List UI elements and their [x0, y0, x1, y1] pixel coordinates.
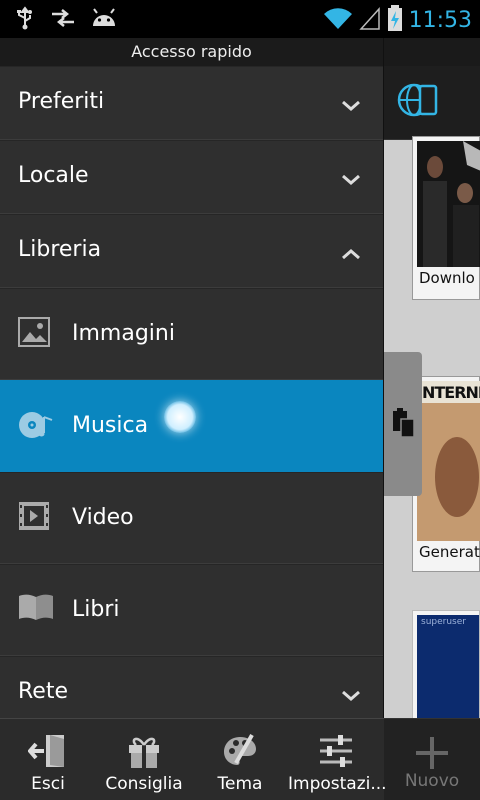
- chevron-up-icon: [341, 245, 361, 264]
- sync-arrows-icon: [50, 8, 76, 32]
- section-label: Libreria: [18, 237, 102, 262]
- battery-charging-icon: [387, 4, 403, 36]
- recommend-button[interactable]: Consiglia: [96, 719, 192, 800]
- quick-access-drawer: Accesso rapido Preferiti Locale Libreria…: [0, 38, 387, 800]
- drawer-bottom-toolbar: Esci Consiglia Tema Impostazi...: [0, 718, 387, 800]
- chevron-down-icon: [341, 687, 361, 706]
- chevron-down-icon: [341, 171, 361, 190]
- exit-label: Esci: [31, 774, 65, 794]
- settings-button[interactable]: Impostazi...: [288, 719, 387, 800]
- signal-icon: [358, 5, 381, 35]
- thumbnail-caption: Generat: [419, 543, 480, 561]
- clipboard-icon: [390, 406, 416, 444]
- section-preferiti[interactable]: Preferiti: [0, 66, 383, 140]
- section-label: Rete: [18, 679, 68, 704]
- library-item-musica[interactable]: Musica: [0, 380, 383, 472]
- music-disc-icon: [18, 409, 54, 445]
- photo-thumbnail: INTERNE: [417, 381, 480, 541]
- library-item-label: Immagini: [72, 321, 175, 346]
- drawer-title: Accesso rapido: [0, 38, 383, 66]
- chevron-down-icon: [341, 97, 361, 116]
- photo-thumbnail: superuser: [417, 615, 479, 735]
- section-libreria[interactable]: Libreria: [0, 214, 383, 288]
- exit-button[interactable]: Esci: [0, 719, 96, 800]
- photo-thumbnail: [417, 141, 480, 267]
- section-label: Preferiti: [18, 89, 105, 114]
- wifi-icon: [323, 5, 353, 35]
- thumbnail-small-text: superuser: [421, 617, 466, 627]
- android-icon: [90, 8, 118, 32]
- palette-icon: [222, 733, 258, 773]
- library-item-libri[interactable]: Libri: [0, 564, 383, 656]
- clock: 11:53: [408, 7, 472, 33]
- theme-label: Tema: [217, 774, 263, 794]
- thumbnail-card[interactable]: INTERNE Generat: [412, 376, 480, 572]
- library-item-label: Libri: [72, 597, 120, 622]
- film-icon: [18, 501, 50, 535]
- drawer-drag-handle[interactable]: [384, 352, 422, 496]
- section-locale[interactable]: Locale: [0, 140, 383, 214]
- library-item-immagini[interactable]: Immagini: [0, 288, 383, 380]
- thumbnail-caption: Downlo: [419, 269, 475, 287]
- image-icon: [18, 317, 50, 351]
- recommend-label: Consiglia: [105, 774, 183, 794]
- library-item-label: Musica: [72, 413, 149, 438]
- status-bar: 11:53: [0, 0, 480, 38]
- touch-indicator: [164, 401, 196, 433]
- settings-label: Impostazi...: [288, 774, 387, 794]
- plus-icon[interactable]: [414, 735, 450, 775]
- library-item-video[interactable]: Video: [0, 472, 383, 564]
- theme-button[interactable]: Tema: [192, 719, 288, 800]
- thumbnail-card[interactable]: Downlo: [412, 136, 480, 300]
- background-app-panel: Downlo INTERNE Generat superuser Nuovo: [384, 38, 480, 800]
- book-icon: [18, 593, 54, 625]
- library-item-label: Video: [72, 505, 134, 530]
- usb-icon: [14, 6, 36, 34]
- exit-door-icon: [27, 733, 68, 773]
- section-label: Locale: [18, 163, 89, 188]
- gift-icon: [126, 733, 162, 773]
- background-bottom-bar: Nuovo: [384, 718, 480, 800]
- thumbnail-card[interactable]: superuser: [412, 610, 480, 735]
- sliders-icon: [318, 733, 354, 773]
- thumbnail-banner-text: INTERNE: [417, 383, 480, 402]
- new-button-label[interactable]: Nuovo: [384, 771, 480, 791]
- globe-device-icon[interactable]: [396, 80, 440, 124]
